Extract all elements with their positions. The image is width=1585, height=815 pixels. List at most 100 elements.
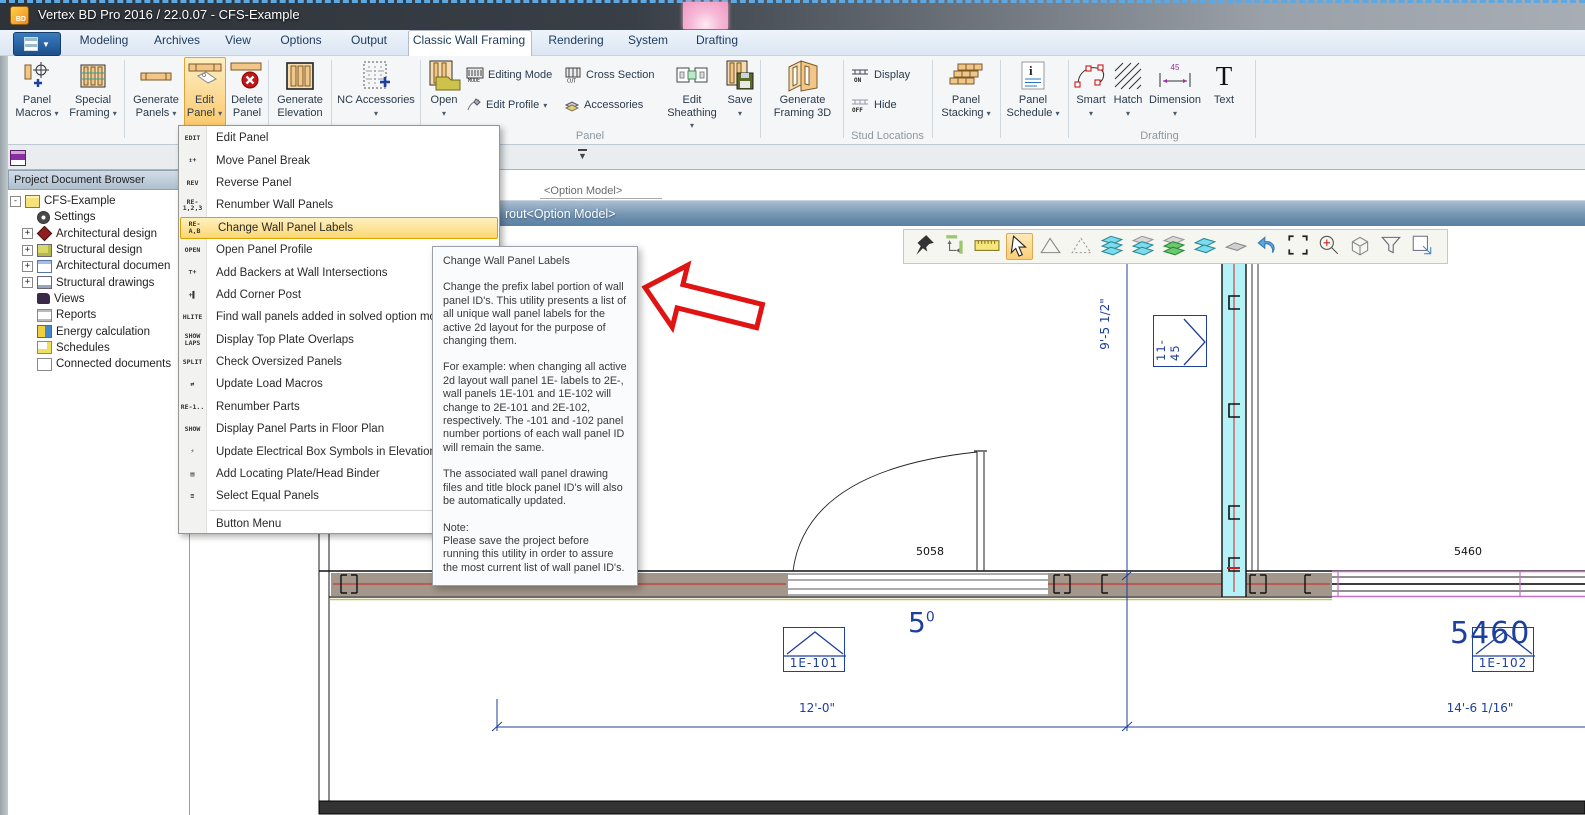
tab-system[interactable]: System bbox=[628, 33, 668, 47]
tree-item[interactable]: + Architectural design bbox=[10, 226, 188, 242]
save-quick-icon[interactable] bbox=[10, 150, 26, 166]
panel-schedule-button[interactable]: i Panel Schedule ▾ bbox=[1002, 58, 1064, 126]
menu-item[interactable]: RE- 1,2,3 Renumber Wall Panels bbox=[179, 194, 499, 216]
cube-icon[interactable] bbox=[1348, 233, 1375, 260]
door-number-label: 50 bbox=[908, 606, 935, 639]
menu-item-label: Update Electrical Box Symbols in Elevati… bbox=[206, 446, 447, 458]
tree-item[interactable]: Reports bbox=[10, 307, 188, 323]
tab-classic-wall-framing[interactable]: Classic Wall Framing bbox=[413, 33, 525, 47]
tree-item-label: CFS-Example bbox=[44, 195, 116, 207]
inactive-drawing-tab[interactable]: <Option Model> bbox=[540, 185, 662, 199]
tab-drafting[interactable]: Drafting bbox=[696, 33, 738, 47]
tree-item[interactable]: Views bbox=[10, 291, 188, 307]
save-icon bbox=[722, 58, 758, 94]
generate-framing-3d-button[interactable]: Generate Framing 3D bbox=[765, 58, 840, 126]
tree-item[interactable]: + Structural drawings bbox=[10, 274, 188, 290]
delete-panel-button[interactable]: Delete Panel bbox=[226, 58, 268, 126]
tooltip-paragraph: The associated wall panel drawing files … bbox=[443, 468, 627, 508]
menu-item-label: Renumber Parts bbox=[206, 401, 300, 413]
chevron-down-icon: ▾ bbox=[1126, 109, 1130, 118]
tree-expand-toggle[interactable]: + bbox=[22, 228, 33, 239]
export-view-icon[interactable] bbox=[1410, 233, 1437, 260]
save-button[interactable]: Save▾ bbox=[722, 58, 758, 126]
special-framing-button[interactable]: Special Framing ▾ bbox=[64, 58, 122, 126]
hatch-button[interactable]: Hatch▾ bbox=[1110, 58, 1146, 126]
stud-hide-button[interactable]: OFF Hide bbox=[850, 94, 897, 116]
menu-item[interactable]: RE- A,B Change Wall Panel Labels bbox=[180, 217, 498, 239]
zoom-in-icon[interactable] bbox=[1317, 233, 1344, 260]
menu-item[interactable]: REV Reverse Panel bbox=[179, 172, 499, 194]
text-icon: T bbox=[1206, 58, 1242, 94]
layers-green-icon[interactable] bbox=[1162, 233, 1189, 260]
app-logo-icon: BD bbox=[10, 6, 29, 25]
edit-panel-button[interactable]: Edit Panel ▾ bbox=[186, 58, 223, 126]
panel-macros-button[interactable]: Panel Macros ▾ bbox=[10, 58, 64, 126]
panel-stacking-button[interactable]: Panel Stacking ▾ bbox=[934, 58, 998, 126]
tree-expand-toggle[interactable]: + bbox=[22, 261, 33, 272]
application-menu-button[interactable]: ▼ bbox=[13, 32, 61, 56]
triangle-icon[interactable] bbox=[1038, 233, 1065, 260]
menu-item-icon: RE- 1,2,3 bbox=[179, 199, 206, 212]
tab-output[interactable]: Output bbox=[351, 33, 387, 47]
cursor-icon[interactable] bbox=[1006, 233, 1033, 260]
window-tag[interactable]: 11-45 bbox=[1153, 315, 1207, 367]
layer-flat-icon[interactable] bbox=[1224, 233, 1251, 260]
tree-item-icon bbox=[37, 358, 52, 371]
tab-rendering[interactable]: Rendering bbox=[548, 33, 603, 47]
nc-accessories-button[interactable]: NC Accessories ▾ bbox=[334, 58, 418, 126]
layers-stack-icon[interactable] bbox=[1100, 233, 1127, 260]
editing-mode-button[interactable]: MODE Editing Mode bbox=[466, 64, 552, 86]
collapse-arrow-icon[interactable]: ▼ bbox=[578, 149, 587, 162]
tree-expand-toggle[interactable]: - bbox=[10, 196, 21, 207]
filter-icon[interactable] bbox=[1379, 233, 1406, 260]
tree-item-icon bbox=[37, 293, 50, 304]
layers-pair-icon[interactable] bbox=[1193, 233, 1220, 260]
editing-mode-icon: MODE bbox=[466, 67, 484, 83]
menu-item[interactable]: EDIT Edit Panel bbox=[179, 127, 499, 149]
tree-item-label: Connected documents bbox=[56, 358, 171, 370]
tree-item[interactable]: Settings bbox=[10, 209, 188, 225]
window-left-edge bbox=[0, 56, 8, 815]
undo-icon[interactable] bbox=[1255, 233, 1282, 260]
tree-expand-toggle[interactable]: + bbox=[22, 277, 33, 288]
open-button[interactable]: Open▾ bbox=[424, 58, 464, 126]
tab-modeling[interactable]: Modeling bbox=[80, 33, 129, 47]
edit-profile-icon bbox=[466, 97, 482, 113]
tree-item[interactable]: Schedules bbox=[10, 340, 188, 356]
tree-item[interactable]: Connected documents bbox=[10, 356, 188, 372]
change-wall-panel-labels-tooltip: Change Wall Panel Labels Change the pref… bbox=[432, 246, 638, 586]
panel-tag-1e-101[interactable]: 1E-101 bbox=[783, 627, 845, 672]
delete-panel-icon bbox=[226, 58, 268, 94]
menu-item[interactable]: ↕+ Move Panel Break bbox=[179, 149, 499, 171]
edit-sheathing-button[interactable]: Edit Sheathing ▾ bbox=[664, 58, 720, 126]
layers-stack-2-icon[interactable] bbox=[1131, 233, 1158, 260]
edit-profile-button[interactable]: Edit Profile ▾ bbox=[466, 94, 547, 116]
tree-item[interactable]: - CFS-Example bbox=[10, 193, 188, 209]
chevron-down-icon: ▾ bbox=[1089, 109, 1093, 118]
text-button[interactable]: T Text bbox=[1206, 58, 1242, 126]
tree-item[interactable]: + Structural design bbox=[10, 242, 188, 258]
tab-archives[interactable]: Archives bbox=[154, 33, 200, 47]
pin-icon[interactable] bbox=[912, 233, 939, 260]
ruler-icon[interactable] bbox=[974, 233, 1001, 260]
tree-item[interactable]: Energy calculation bbox=[10, 323, 188, 339]
select-region-icon[interactable] bbox=[1286, 233, 1313, 260]
menu-item-label: Reverse Panel bbox=[206, 177, 291, 189]
tab-options[interactable]: Options bbox=[280, 33, 321, 47]
stud-display-button[interactable]: ON Display bbox=[850, 64, 910, 86]
open-icon bbox=[424, 58, 464, 94]
generate-panels-button[interactable]: Generate Panels ▾ bbox=[128, 58, 184, 126]
tree-expand-toggle[interactable]: + bbox=[22, 245, 33, 256]
smart-button[interactable]: Smart▾ bbox=[1072, 58, 1110, 126]
triangle-dashed-icon[interactable] bbox=[1069, 233, 1096, 260]
tree-item[interactable]: + Architectural documen bbox=[10, 258, 188, 274]
chevron-down-icon: ▾ bbox=[442, 109, 446, 118]
tab-view[interactable]: View bbox=[225, 33, 251, 47]
generate-elevation-button[interactable]: Generate Elevation bbox=[272, 58, 328, 126]
ribbon-divider bbox=[1068, 60, 1069, 138]
tree-item-icon bbox=[25, 195, 40, 208]
measure-offset-icon[interactable] bbox=[943, 233, 970, 260]
cross-section-button[interactable]: CUT Cross Section bbox=[564, 64, 654, 86]
accessories-button[interactable]: Accessories bbox=[564, 94, 643, 116]
dimension-button[interactable]: 45 Dimension▾ bbox=[1146, 58, 1204, 126]
